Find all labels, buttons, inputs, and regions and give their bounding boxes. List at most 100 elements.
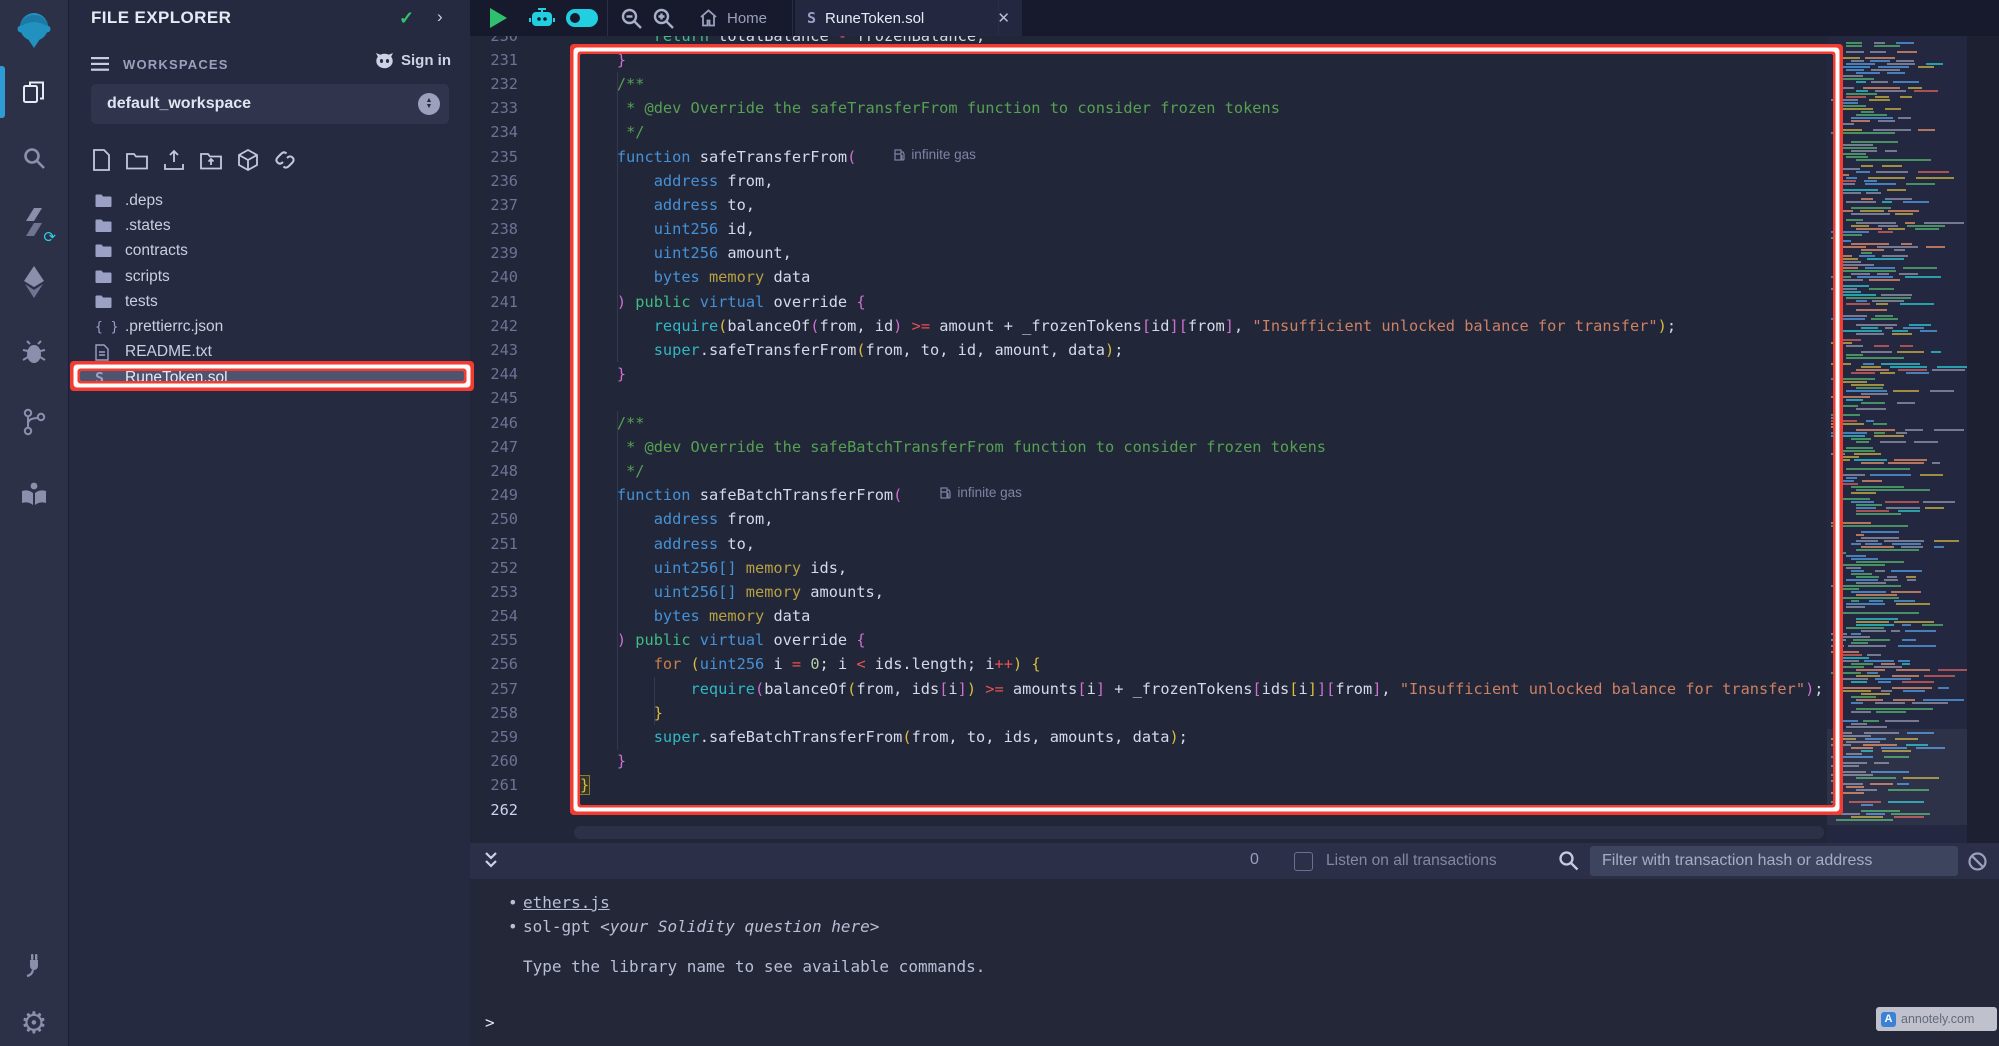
minimap[interactable] <box>1827 36 1967 843</box>
search-icon <box>21 145 47 171</box>
file-label: .deps <box>125 192 163 210</box>
file-tree-item-tests[interactable]: tests <box>75 289 467 314</box>
folder-icon <box>95 219 125 233</box>
workspace-select[interactable]: default_workspace ▲▼ <box>91 84 449 124</box>
terminal-line-solgpt: sol-gpt <your Solidity question here> <box>523 917 879 936</box>
line-number: 242 <box>470 314 544 338</box>
code-line-256: for (uint256 i = 0; i < ids.length; i++)… <box>580 652 1827 676</box>
tab-home[interactable]: Home <box>685 0 781 36</box>
workspace-stepper-icon[interactable]: ▲▼ <box>418 93 440 115</box>
upload-file-icon[interactable] <box>162 148 186 172</box>
expand-terminal-icon[interactable] <box>482 850 500 872</box>
code-line-239: uint256 amount, <box>580 241 1827 265</box>
terminal-help-text: Type the library name to see available c… <box>523 957 985 976</box>
rail-item-file-explorer[interactable] <box>0 66 68 118</box>
file-tree-item--states[interactable]: .states <box>75 213 467 238</box>
file-label: scripts <box>125 268 170 286</box>
line-number: 250 <box>470 507 544 531</box>
github-icon <box>375 52 394 69</box>
clear-console-ban-icon[interactable] <box>1967 851 1988 872</box>
code-editor[interactable]: 2302312322332342352362372382392402412422… <box>470 36 1999 843</box>
terminal-search-icon[interactable] <box>1558 850 1579 871</box>
rail-item-debugger[interactable] <box>0 326 68 378</box>
line-number: 261 <box>470 773 544 797</box>
line-number: 231 <box>470 48 544 72</box>
rail-item-solidity-compiler[interactable]: ⟳ <box>0 196 68 248</box>
annotely-watermark: A annotely.com <box>1876 1007 1997 1031</box>
code-line-258: } <box>580 701 1827 725</box>
rail-item-search[interactable] <box>0 132 68 184</box>
collapse-chevron-icon[interactable]: › <box>437 7 443 27</box>
code-line-251: address to, <box>580 532 1827 556</box>
remix-logo-icon[interactable] <box>0 4 68 56</box>
line-number: 262 <box>470 798 544 822</box>
workspace-name: default_workspace <box>107 95 251 113</box>
ai-copilot-robot-icon[interactable] <box>528 5 556 31</box>
file-tree-item-readme-txt[interactable]: README.txt <box>75 340 467 365</box>
code-line-248: */ <box>580 459 1827 483</box>
hamburger-menu-icon[interactable] <box>91 57 109 71</box>
file-tree-item-scripts[interactable]: scripts <box>75 264 467 289</box>
new-file-icon[interactable] <box>91 148 112 172</box>
upload-folder-icon[interactable] <box>199 148 223 172</box>
code-line-240: bytes memory data <box>580 265 1827 289</box>
listen-transactions-checkbox[interactable] <box>1294 852 1313 871</box>
link-icon[interactable] <box>273 148 297 172</box>
file-tree-item--deps[interactable]: .deps <box>75 188 467 213</box>
line-number: 260 <box>470 749 544 773</box>
run-script-play-button[interactable] <box>490 8 507 28</box>
plug-icon <box>20 950 48 978</box>
terminal-prompt[interactable]: > <box>485 1013 495 1032</box>
code-line-247: * @dev Override the safeBatchTransferFro… <box>580 435 1827 459</box>
rail-item-deploy-and-run[interactable] <box>0 256 68 308</box>
ethers-js-link[interactable]: ethers.js <box>523 893 610 912</box>
rail-item-settings[interactable]: ⚙ <box>0 998 68 1046</box>
code-line-237: address to, <box>580 193 1827 217</box>
file-tree-item--prettierrc-json[interactable]: { }.prettierrc.json <box>75 314 467 339</box>
cube-icon[interactable] <box>236 148 260 172</box>
line-number: 234 <box>470 120 544 144</box>
zoom-out-icon[interactable] <box>620 7 643 30</box>
home-icon <box>699 9 718 27</box>
code-line-257: require(balanceOf(from, ids[i]) >= amoun… <box>580 677 1827 701</box>
solidity-file-icon: S <box>807 9 816 27</box>
code-line-252: uint256[] memory ids, <box>580 556 1827 580</box>
line-number: 255 <box>470 628 544 652</box>
code-line-260: } <box>580 749 1827 773</box>
folder-icon <box>95 244 125 258</box>
transaction-count: 0 <box>1250 851 1259 869</box>
horizontal-scrollbar[interactable] <box>574 826 1824 839</box>
transaction-filter-input[interactable] <box>1590 846 1958 876</box>
terminal-panel: 0 Listen on all transactions • ethers.js… <box>470 843 1999 1046</box>
code-line-259: super.safeBatchTransferFrom(from, to, id… <box>580 725 1827 749</box>
line-number: 252 <box>470 556 544 580</box>
line-number: 239 <box>470 241 544 265</box>
sign-in-button[interactable]: Sign in <box>375 52 451 69</box>
listen-transactions-label: Listen on all transactions <box>1326 852 1497 870</box>
file-label: .states <box>125 217 171 235</box>
tab-close-icon[interactable]: ✕ <box>997 9 1010 27</box>
tab-home-label: Home <box>727 10 767 27</box>
bug-icon <box>20 338 48 366</box>
rail-item-documentation[interactable] <box>0 468 68 520</box>
rail-item-source-control[interactable] <box>0 396 68 448</box>
tab-runetoken-sol[interactable]: S RuneToken.sol ✕ <box>795 0 1022 36</box>
line-number: 249 <box>470 483 544 507</box>
minimap-viewport[interactable] <box>1827 729 1967 825</box>
zoom-in-icon[interactable] <box>652 7 675 30</box>
line-number: 235 <box>470 145 544 169</box>
file-label: .prettierrc.json <box>125 318 223 336</box>
file-tree-item-contracts[interactable]: contracts <box>75 239 467 264</box>
new-folder-icon[interactable] <box>125 148 149 172</box>
editor-toolbar: Home S RuneToken.sol ✕ <box>470 0 1999 36</box>
vertical-scrollbar[interactable] <box>1967 36 1999 843</box>
code-line-255: ) public virtual override { <box>580 628 1827 652</box>
code-line-261: } <box>580 773 1827 797</box>
ai-copilot-toggle[interactable] <box>566 9 598 27</box>
ethereum-icon <box>21 265 47 299</box>
line-number: 237 <box>470 193 544 217</box>
rail-item-plugin-manager[interactable] <box>0 938 68 990</box>
line-number: 240 <box>470 265 544 289</box>
file-tree-item-runetoken-sol[interactable]: SRuneToken.sol <box>75 365 467 390</box>
git-branch-icon <box>21 408 47 436</box>
